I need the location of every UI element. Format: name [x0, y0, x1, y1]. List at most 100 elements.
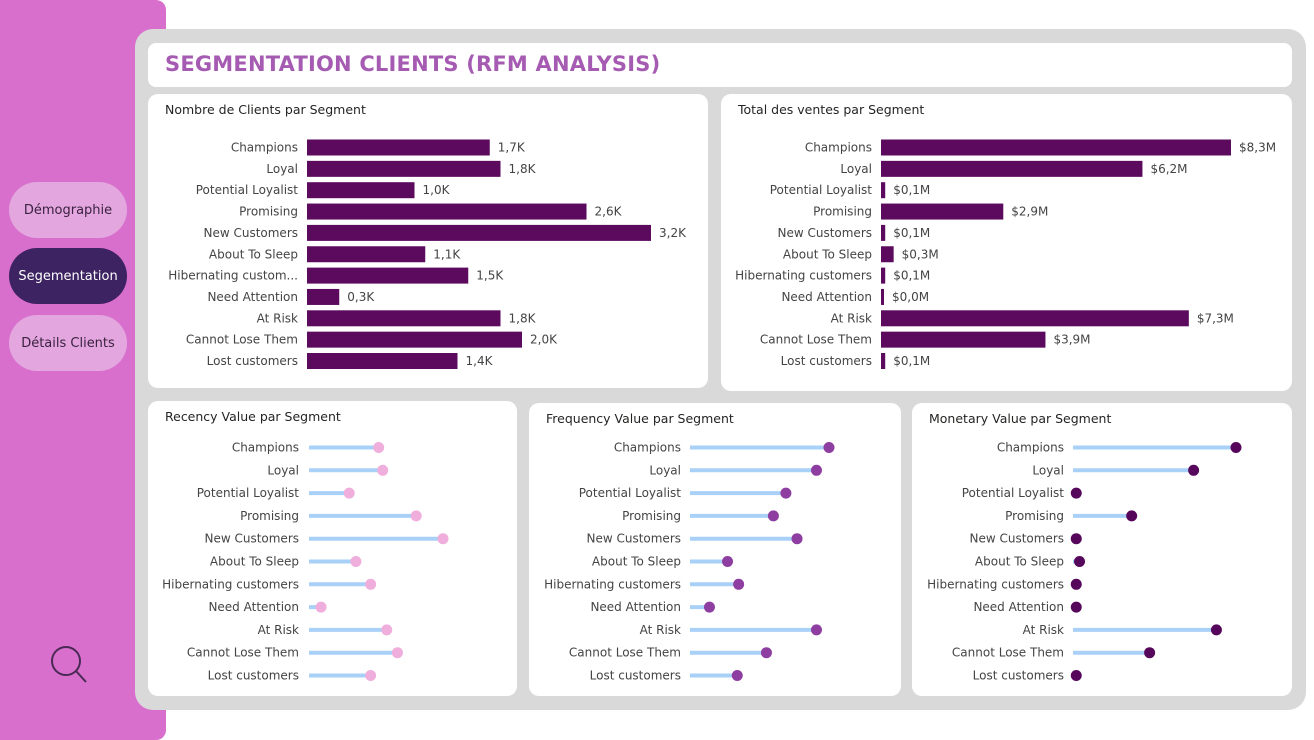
category-label-promising: Promising: [622, 509, 681, 523]
data-label-champions: 1,7K: [498, 141, 526, 155]
data-label-champions: $8,3M: [1239, 141, 1276, 155]
category-label-loyal: Loyal: [649, 463, 681, 477]
dot-at-risk: [381, 624, 393, 636]
bar-at-risk: [881, 310, 1189, 327]
bar-hibernating-customers: [881, 267, 886, 284]
category-label-cannot-lose-them: Cannot Lose Them: [952, 646, 1064, 660]
category-label-need-attention: Need Attention: [208, 600, 299, 614]
data-label-need-attention: 0,3K: [347, 290, 375, 304]
bar-cannot-lose-them: [307, 331, 522, 348]
bar-hibernating-custom: [307, 267, 469, 284]
category-label-about-to-sleep: About To Sleep: [209, 247, 298, 261]
dot-at-risk: [1210, 624, 1222, 636]
dot-need-attention: [1070, 601, 1082, 613]
data-label-about-to-sleep: 1,1K: [433, 247, 461, 261]
category-label-champions: Champions: [805, 141, 872, 155]
dot-new-customers: [437, 533, 449, 545]
data-label-promising: $2,9M: [1011, 205, 1048, 219]
dot-new-customers: [1070, 533, 1082, 545]
dot-potential-loyalist: [780, 487, 792, 499]
nav-button-segementation[interactable]: Segementation: [9, 248, 127, 304]
bar-about-to-sleep: [881, 246, 894, 263]
data-label-need-attention: $0,0M: [892, 290, 929, 304]
category-label-champions: Champions: [997, 441, 1064, 455]
dot-promising: [767, 510, 779, 522]
category-label-lost-customers: Lost customers: [590, 669, 681, 683]
dot-hibernating-customers: [1070, 578, 1082, 590]
category-label-need-attention: Need Attention: [590, 600, 681, 614]
category-label-potential-loyalist: Potential Loyalist: [196, 183, 299, 197]
bar-potential-loyalist: [881, 182, 886, 199]
data-label-cannot-lose-them: 2,0K: [530, 333, 558, 347]
data-label-new-customers: $0,1M: [893, 226, 930, 240]
category-label-loyal: Loyal: [840, 162, 872, 176]
frequency-lollipop-chart: Champions Loyal Potential Loyalist Promisin…: [544, 441, 835, 683]
category-label-lost-customers: Lost customers: [207, 354, 298, 368]
category-label-hibernating-customers: Hibernating customers: [544, 577, 681, 591]
bar-potential-loyalist: [307, 182, 415, 199]
bar-champions: [881, 139, 1231, 156]
chart-card-clients: Nombre de Clients par Segment Champions 1…: [148, 94, 708, 388]
dot-cannot-lose-them: [760, 647, 772, 659]
dot-hibernating-customers: [365, 578, 377, 590]
monetary-lollipop-chart: Champions Loyal Potential Loyalist Promisin…: [927, 441, 1242, 683]
category-label-loyal: Loyal: [266, 162, 298, 176]
category-label-hibernating-customers: Hibernating customers: [162, 577, 299, 591]
dot-hibernating-customers: [733, 578, 745, 590]
category-label-potential-loyalist: Potential Loyalist: [770, 183, 873, 197]
dot-potential-loyalist: [1070, 487, 1082, 499]
category-label-need-attention: Need Attention: [207, 290, 298, 304]
category-label-lost-customers: Lost customers: [208, 669, 299, 683]
category-label-about-to-sleep: About To Sleep: [975, 555, 1064, 569]
search-icon[interactable]: [48, 644, 88, 684]
category-label-cannot-lose-them: Cannot Lose Them: [186, 333, 298, 347]
category-label-cannot-lose-them: Cannot Lose Them: [569, 646, 681, 660]
dot-about-to-sleep: [1074, 556, 1086, 567]
data-label-about-to-sleep: $0,3M: [902, 247, 939, 261]
dot-about-to-sleep: [722, 556, 734, 567]
bar-new-customers: [307, 224, 651, 241]
category-label-cannot-lose-them: Cannot Lose Them: [760, 333, 872, 347]
dot-lost-customers: [365, 670, 377, 681]
bar-lost-customers: [881, 353, 886, 369]
data-label-at-risk: 1,8K: [509, 311, 537, 325]
category-label-champions: Champions: [232, 441, 299, 455]
data-label-loyal: $6,2M: [1150, 162, 1187, 176]
bar-cannot-lose-them: [881, 331, 1046, 348]
dot-need-attention: [315, 601, 327, 613]
nav-button-details-clients[interactable]: Détails Clients: [9, 315, 127, 371]
dot-cannot-lose-them: [1144, 647, 1156, 659]
page-title-bar: SEGMENTATION CLIENTS (RFM ANALYSIS): [148, 43, 1292, 87]
category-label-about-to-sleep: About To Sleep: [783, 247, 872, 261]
category-label-lost-customers: Lost customers: [973, 669, 1064, 683]
bar-need-attention: [881, 288, 884, 305]
category-label-new-customers: New Customers: [777, 226, 872, 240]
chart-card-frequency: Frequency Value par Segment Champions Loy…: [529, 403, 901, 696]
category-label-new-customers: New Customers: [969, 532, 1064, 546]
category-label-champions: Champions: [231, 141, 298, 155]
category-label-new-customers: New Customers: [203, 226, 298, 240]
sales-bar-chart: Champions $8,3M Loyal $6,2M Potential Loyali…: [735, 139, 1276, 369]
dot-new-customers: [791, 533, 803, 545]
bar-lost-customers: [307, 353, 458, 369]
category-label-new-customers: New Customers: [586, 532, 681, 546]
category-label-potential-loyalist: Potential Loyalist: [579, 486, 682, 500]
chart-card-recency: Recency Value par Segment Champions Loyal…: [148, 401, 517, 696]
category-label-at-risk: At Risk: [257, 311, 298, 325]
category-label-loyal: Loyal: [1032, 463, 1064, 477]
category-label-need-attention: Need Attention: [973, 600, 1064, 614]
category-label-at-risk: At Risk: [1023, 623, 1064, 637]
data-label-lost-customers: 1,4K: [466, 354, 494, 368]
category-label-promising: Promising: [239, 205, 298, 219]
category-label-cannot-lose-them: Cannot Lose Them: [187, 646, 299, 660]
data-label-potential-loyalist: 1,0K: [423, 183, 451, 197]
data-label-loyal: 1,8K: [509, 162, 537, 176]
category-label-promising: Promising: [1005, 509, 1064, 523]
dot-lost-customers: [731, 670, 743, 681]
dot-promising: [410, 510, 422, 522]
data-label-hibernating-customers: $0,1M: [893, 269, 930, 283]
dot-loyal: [810, 464, 822, 476]
bar-champions: [307, 139, 490, 156]
nav-button-demographie[interactable]: Démographie: [9, 182, 127, 238]
page-title: SEGMENTATION CLIENTS (RFM ANALYSIS): [165, 52, 661, 76]
